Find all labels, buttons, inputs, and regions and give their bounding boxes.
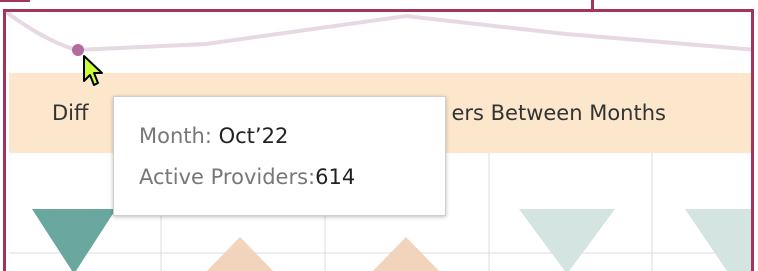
difference-triangle-down-4[interactable]: [519, 209, 615, 271]
data-tooltip: Month: Oct’22 Active Providers:614: [113, 96, 446, 216]
difference-triangle-down-5[interactable]: [685, 209, 751, 271]
mouse-pointer-icon: [83, 55, 103, 86]
tooltip-month-value: Oct’22: [218, 124, 289, 148]
upper-widget-border: [0, 0, 30, 2]
tooltip-providers-value: 614: [315, 165, 356, 189]
dashboard-viewport: Diff ers Between Months Month: Oct’22 Ac…: [0, 0, 758, 271]
tooltip-month-label: Month:: [139, 124, 212, 148]
difference-triangle-down-1[interactable]: [32, 209, 116, 271]
section-title-left: Diff: [52, 101, 89, 125]
tooltip-providers-label: Active Providers:: [139, 165, 316, 189]
active-providers-sparkline[interactable]: [6, 12, 754, 72]
tooltip-providers-row: Active Providers:614: [139, 165, 355, 189]
difference-triangle-up-3[interactable]: [370, 237, 442, 271]
section-title-right: ers Between Months: [451, 101, 666, 125]
sparkline-line: [6, 12, 751, 53]
tooltip-month-row: Month: Oct’22: [139, 124, 288, 148]
difference-triangle-up-2[interactable]: [204, 237, 276, 271]
